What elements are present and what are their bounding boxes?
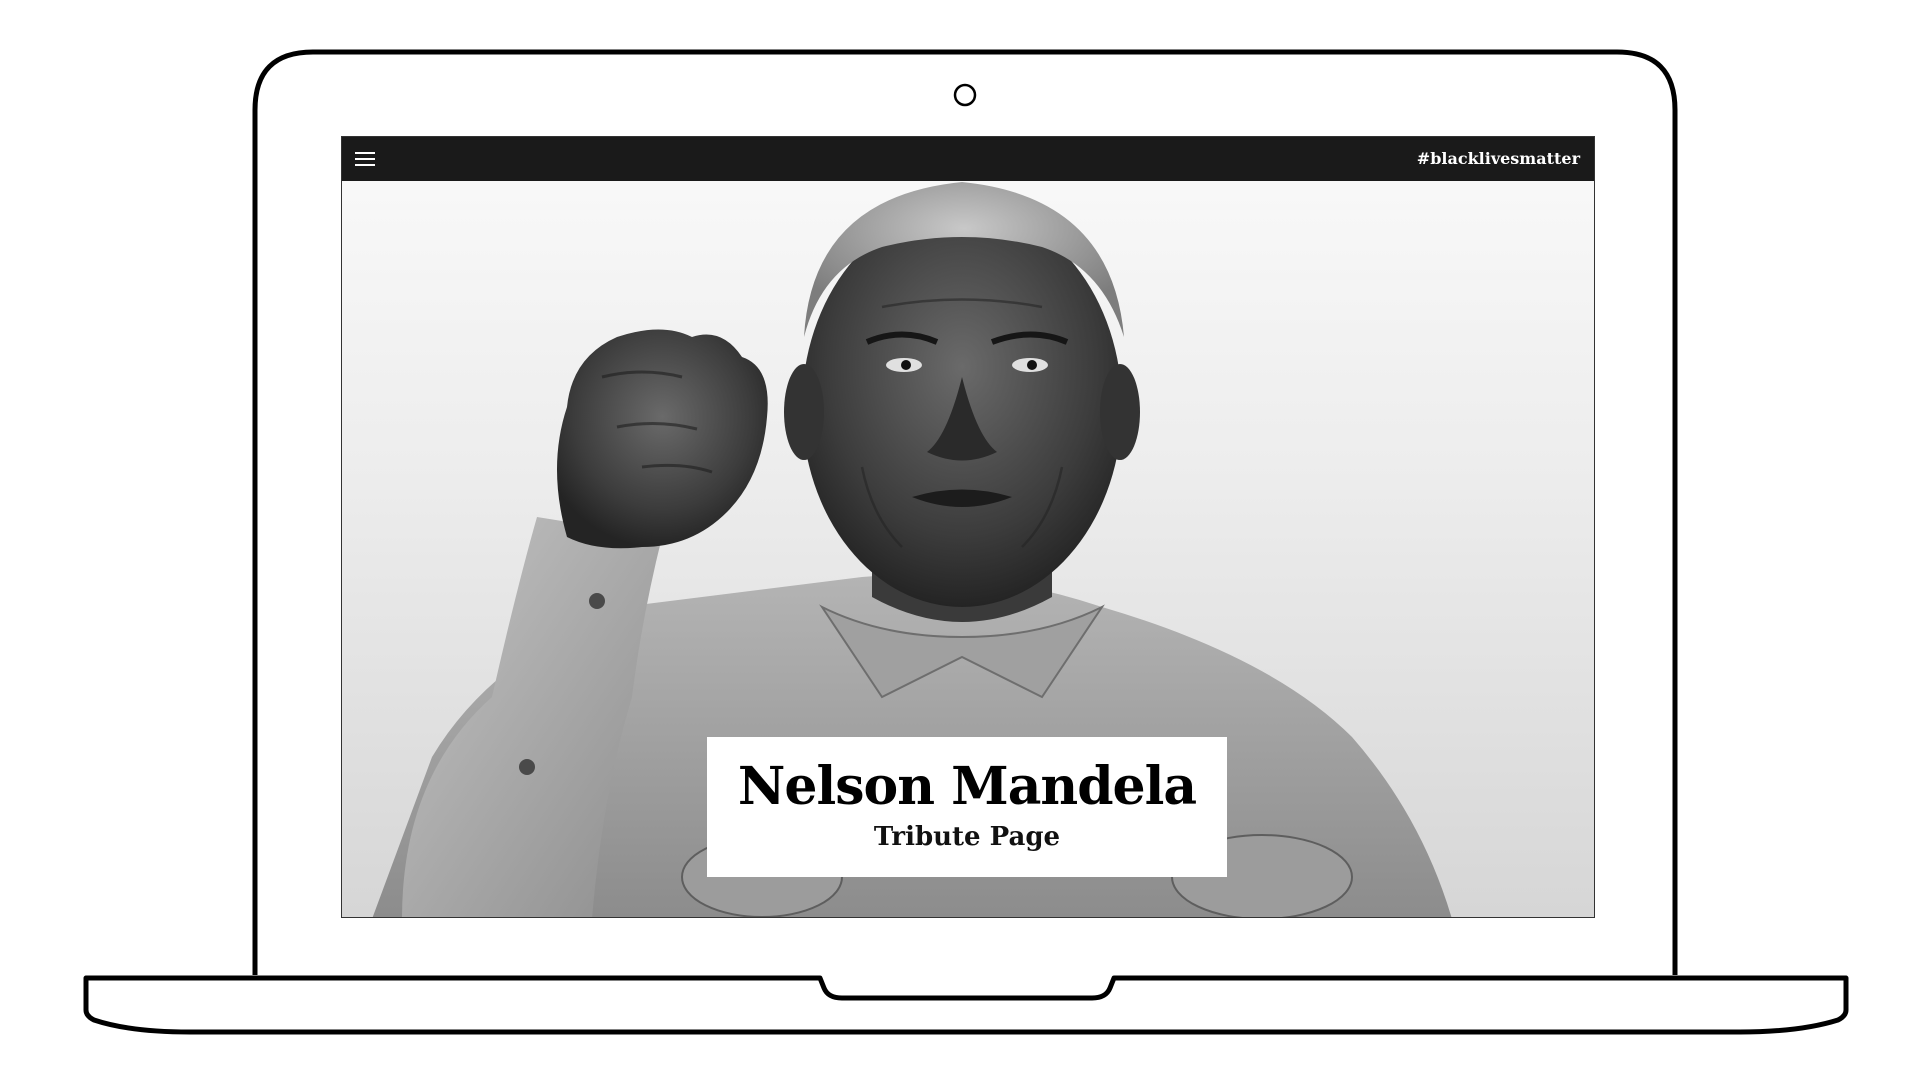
laptop-screen: #blacklivesmatter Nelson Mandela Tribute… bbox=[341, 136, 1595, 918]
page-stage: #blacklivesmatter Nelson Mandela Tribute… bbox=[0, 0, 1920, 1080]
page-title: Nelson Mandela bbox=[737, 756, 1197, 817]
top-navbar: #blacklivesmatter bbox=[342, 137, 1594, 181]
webcam-icon bbox=[953, 83, 977, 107]
laptop-base bbox=[83, 975, 1849, 1035]
blacklivesmatter-link[interactable]: #blacklivesmatter bbox=[1417, 149, 1580, 168]
page-subtitle: Tribute Page bbox=[873, 822, 1061, 852]
hamburger-menu-icon[interactable] bbox=[352, 146, 378, 172]
title-card: Nelson Mandela Tribute Page bbox=[707, 737, 1227, 877]
